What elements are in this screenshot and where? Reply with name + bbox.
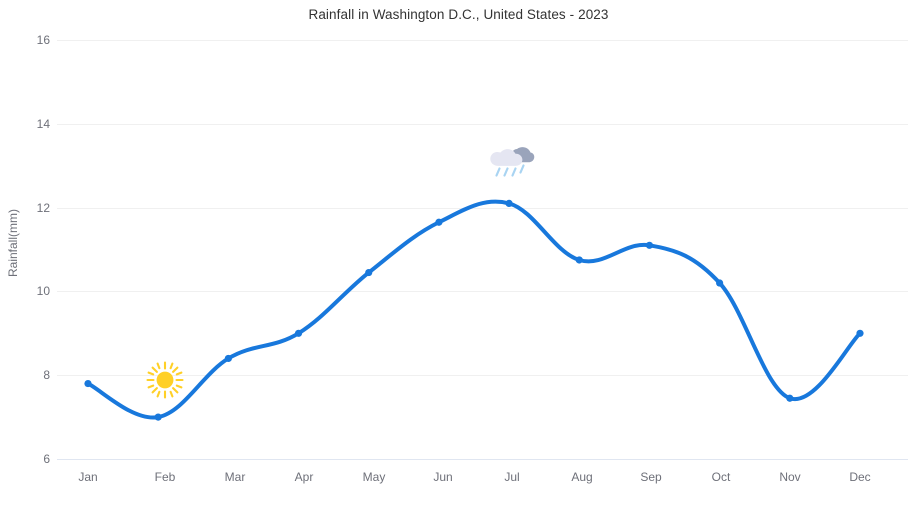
data-point-may[interactable] — [365, 268, 373, 277]
data-point-apr[interactable] — [294, 329, 303, 337]
sun-icon — [144, 359, 186, 401]
series-plot-area — [84, 199, 864, 421]
data-point-nov[interactable] — [786, 394, 794, 402]
data-point-jul[interactable] — [505, 199, 513, 208]
rainfall-series-points — [84, 199, 864, 421]
data-point-aug[interactable] — [575, 256, 583, 264]
data-point-sep[interactable] — [645, 241, 654, 249]
data-point-feb[interactable] — [154, 413, 162, 421]
data-point-oct[interactable] — [716, 279, 724, 287]
data-point-mar[interactable] — [224, 354, 232, 363]
data-point-jan[interactable] — [84, 379, 92, 388]
data-point-dec[interactable] — [856, 329, 864, 337]
rainfall-line-chart: Rainfall in Washington D.C., United Stat… — [0, 0, 917, 527]
data-point-jun[interactable] — [435, 218, 443, 226]
rain-cloud-icon — [487, 140, 536, 182]
rainfall-series-line — [86, 199, 862, 420]
